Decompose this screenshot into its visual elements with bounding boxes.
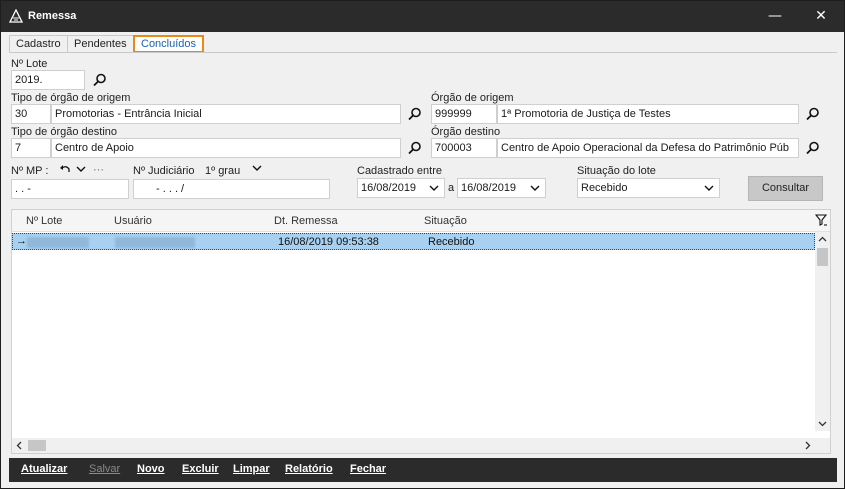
col-usuario[interactable]: Usuário [114,215,152,227]
undo-icon[interactable] [59,163,71,175]
tipo-destino-code-input[interactable]: 7 [11,138,51,158]
tab-concluidos[interactable]: Concluídos [133,35,205,53]
situacao-select[interactable]: Recebido [577,178,720,198]
bottom-toolbar: Atualizar Salvar Novo Excluir Limpar Rel… [9,458,837,482]
tipo-origem-label: Tipo de órgão de origem [11,92,131,104]
judiciario-label: Nº Judiciário [133,165,195,177]
table-row[interactable]: → 16/08/2019 09:53:38 Recebido [12,233,815,250]
chevron-down-icon[interactable] [251,162,263,174]
salvar-button[interactable]: Salvar [89,463,120,475]
mp-input[interactable]: . . - [11,179,129,199]
search-icon[interactable] [805,106,821,122]
title-bar: Remessa — ✕ [1,1,844,32]
search-icon[interactable] [805,140,821,156]
scroll-corner [815,438,830,453]
chevron-right-icon[interactable] [803,441,812,450]
mp-label: Nº MP : [11,165,49,177]
orgao-destino-code-input[interactable]: 700003 [431,138,497,158]
horizontal-scrollbar[interactable] [12,438,815,453]
judiciario-input[interactable]: - . . . / [133,179,330,199]
redacted-lote [27,237,89,248]
remessa-window: Remessa — ✕ Cadastro Pendentes Concluído… [0,0,845,489]
lote-label: Nº Lote [11,58,48,70]
filter-panel: Nº Lote 2019. Tipo de órgão de origem 30… [9,52,837,454]
orgao-destino-label: Órgão destino [431,126,501,138]
consultar-button[interactable]: Consultar [748,176,823,201]
atualizar-button[interactable]: Atualizar [21,463,67,475]
orgao-origem-name-input[interactable]: 1ª Promotoria de Justiça de Testes [497,104,799,124]
grau-label: 1º grau [205,165,241,177]
vertical-scrollbar[interactable] [815,232,830,431]
chevron-down-icon[interactable] [75,163,87,175]
date-from-picker[interactable]: 16/08/2019 [357,178,445,198]
orgao-origem-label: Órgão de origem [431,92,514,104]
relatorio-button[interactable]: Relatório [285,463,333,475]
vertical-scroll-thumb[interactable] [817,248,828,266]
col-lote[interactable]: Nº Lote [26,215,62,227]
app-logo-icon [9,9,23,23]
fechar-button[interactable]: Fechar [350,463,386,475]
redacted-usuario [115,237,195,248]
tipo-origem-code-input[interactable]: 30 [11,104,51,124]
row-situacao: Recebido [428,236,475,248]
horizontal-scroll-thumb[interactable] [28,440,46,451]
lote-input[interactable]: 2019. [11,70,85,90]
situacao-label: Situação do lote [577,165,656,177]
tipo-destino-label: Tipo de órgão destino [11,126,117,138]
date-from-value: 16/08/2019 [361,182,417,194]
cadastrado-label: Cadastrado entre [357,165,442,177]
orgao-origem-code-input[interactable]: 999999 [431,104,497,124]
tipo-destino-name-input[interactable]: Centro de Apoio [51,138,401,158]
window-title: Remessa [28,10,77,22]
tab-pendentes[interactable]: Pendentes [67,35,134,53]
close-icon: ✕ [815,8,827,24]
search-icon[interactable] [407,140,423,156]
close-button[interactable]: ✕ [798,1,844,32]
filter-icon[interactable] [815,213,828,227]
chevron-down-icon [530,185,540,191]
excluir-button[interactable]: Excluir [182,463,219,475]
situacao-value: Recebido [581,182,628,194]
search-icon[interactable] [92,72,108,88]
row-indicator-icon: → [16,235,27,247]
chevron-down-icon [429,185,439,191]
tipo-origem-name-input[interactable]: Promotorias - Entrância Inicial [51,104,401,124]
date-separator: a [448,182,455,194]
chevron-down-icon [704,185,714,191]
col-situacao[interactable]: Situação [424,215,467,227]
row-dt-remessa: 16/08/2019 09:53:38 [278,236,379,248]
date-to-value: 16/08/2019 [461,182,517,194]
minimize-icon: — [768,8,782,24]
col-dt-remessa[interactable]: Dt. Remessa [274,215,338,227]
tab-cadastro[interactable]: Cadastro [9,35,68,53]
novo-button[interactable]: Novo [137,463,165,475]
orgao-destino-name-input[interactable]: Centro de Apoio Operacional da Defesa do… [497,138,799,158]
grid-header: Nº Lote Usuário Dt. Remessa Situação [12,210,830,232]
chevron-up-icon[interactable] [818,235,827,244]
search-icon[interactable] [407,106,423,122]
date-to-picker[interactable]: 16/08/2019 [457,178,546,198]
more-icon[interactable]: ⋯ [93,163,104,176]
chevron-left-icon[interactable] [15,441,24,450]
chevron-down-icon[interactable] [818,419,827,428]
minimize-button[interactable]: — [752,1,798,32]
results-grid: Nº Lote Usuário Dt. Remessa Situação → 1… [11,209,831,454]
limpar-button[interactable]: Limpar [233,463,270,475]
